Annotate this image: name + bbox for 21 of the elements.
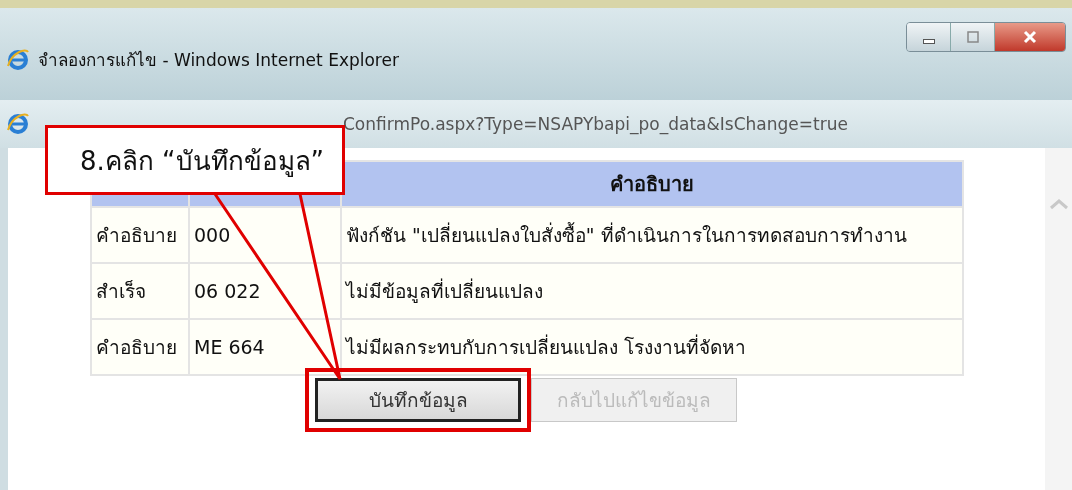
table-cell: สำเร็จ — [92, 264, 188, 318]
table-cell: 06 022 — [190, 264, 340, 318]
minimize-button[interactable] — [907, 23, 951, 51]
table-cell: ไม่มีผลกระทบกับการเปลี่ยนแปลง โรงงานที่จัดหา — [342, 320, 962, 374]
header-cell: คำอธิบาย — [342, 162, 962, 206]
close-button[interactable] — [995, 23, 1065, 51]
scrollbar[interactable] — [1045, 148, 1072, 490]
browser-logo-icon — [6, 47, 30, 72]
table-cell: ME 664 — [190, 320, 340, 374]
table-cell: คำอธิบาย — [92, 208, 188, 262]
save-button[interactable]: บันทึกข้อมูล — [315, 378, 521, 422]
table-cell: คำอธิบาย — [92, 320, 188, 374]
table-cell: ไม่มีข้อมูลที่เปลี่ยนแปลง — [342, 264, 962, 318]
scroll-up-icon[interactable] — [1048, 198, 1069, 210]
table-cell: 000 — [190, 208, 340, 262]
address-field[interactable]: ConfirmPo.aspx?Type=NSAPYbapi_po_data&IsChange=true — [343, 114, 848, 134]
window-title: จำลองการแก้ไข - Windows Internet Explorer — [38, 49, 399, 72]
minimize-icon — [922, 38, 935, 44]
page-icon — [6, 112, 30, 136]
table-cell: ฟังก์ชัน "เปลี่ยนแปลงใบสั่งซื้อ" ที่ดำเนินการในการทดสอบการทำงาน — [342, 208, 962, 262]
callout-box: 8.คลิก “บันทึกข้อมูล” — [45, 125, 345, 195]
